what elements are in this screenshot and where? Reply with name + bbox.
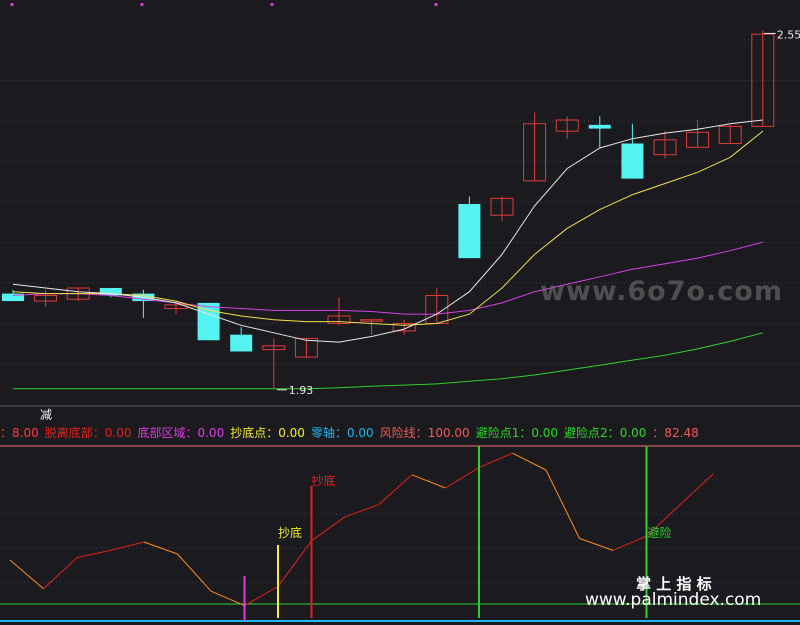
- oscillator-segment: [445, 467, 480, 489]
- indicator-param: ：82.48: [652, 426, 698, 440]
- indicator-param-value: 100.00: [427, 426, 470, 440]
- price-low-label: 1.93: [289, 384, 314, 397]
- candle-body-down: [458, 204, 481, 259]
- ma-line-green: [13, 332, 763, 390]
- indicator-param-value: 0.00: [197, 426, 225, 440]
- oscillator-segment: [277, 540, 312, 587]
- escape-signal-label: 避险: [648, 525, 672, 540]
- oscillator-segment: [545, 469, 580, 539]
- indicator-param: 风险线：100.00: [380, 426, 470, 440]
- indicator-param-label: 底部区域：: [137, 426, 198, 440]
- indicator-param-label: 脱离底部：: [44, 426, 105, 440]
- indicator-param-value: 0.00: [104, 426, 132, 440]
- oscillator-segment: [76, 549, 111, 559]
- indicator-param-value: 0.00: [531, 426, 559, 440]
- indicator-param: 抄底点：0.00: [230, 426, 305, 440]
- indicator-param: ：8.00: [0, 426, 39, 440]
- oscillator-segment: [177, 553, 212, 592]
- jian-label: 减: [40, 408, 53, 422]
- oscillator-segment: [210, 590, 245, 607]
- oscillator-segment: [9, 559, 44, 590]
- bottom-signal-label-2: 抄底: [312, 473, 336, 488]
- oscillator-segment: [110, 541, 145, 551]
- oscillator-segment: [579, 537, 614, 551]
- oscillator-segment: [679, 473, 714, 506]
- price-high-label: 2.55: [777, 28, 800, 41]
- indicator-param-value: 0.00: [619, 426, 647, 440]
- indicator-param-value: 8.00: [12, 426, 39, 440]
- candle-body-down: [230, 334, 253, 352]
- candlestick-chart: 2.551.93抄底抄底避险: [0, 3, 800, 622]
- top-marker: [10, 3, 14, 6]
- chart-stage: 2.55 1.93 抄底 抄底 避险 ：8.00 脱离底部：0.00 底部区域：0.00 抄底…: [0, 0, 800, 625]
- oscillator-segment: [43, 557, 78, 590]
- watermark-site-2: www.palmindex.com: [585, 590, 762, 610]
- indicator-param: 避险点2：0.00: [564, 426, 646, 440]
- oscillator-segment: [411, 474, 446, 489]
- oscillator-segment: [612, 535, 647, 551]
- watermark-site-1: www.6o7o.com: [540, 276, 783, 307]
- indicator-param: 避险点1：0.00: [476, 426, 558, 440]
- oscillator-segment: [512, 452, 547, 471]
- indicator-param-value: 82.48: [664, 426, 699, 440]
- indicator-param-label: ：: [0, 426, 13, 440]
- indicator-param: 底部区域：0.00: [137, 426, 224, 440]
- oscillator-segment: [344, 504, 379, 518]
- top-marker: [270, 3, 274, 6]
- bottom-signal-label: 抄底: [278, 525, 302, 540]
- indicator-param-value: 0.00: [278, 426, 305, 440]
- indicator-param-label: 零轴：: [310, 426, 347, 440]
- indicator-param-value: 0.00: [346, 426, 374, 440]
- ma-line-white: [12, 119, 763, 343]
- indicator-param: 零轴：0.00: [311, 426, 374, 440]
- oscillator-segment: [478, 452, 513, 469]
- indicator-param-label: 风险线：: [379, 426, 428, 440]
- top-marker: [434, 3, 438, 6]
- indicator-param-label: 避险点1：: [475, 426, 532, 440]
- oscillator-segment: [311, 516, 346, 542]
- top-marker: [140, 3, 144, 6]
- indicator-param: 脱离底部：0.00: [45, 426, 132, 440]
- oscillator-segment: [378, 474, 413, 506]
- indicator-parameter-bar: ：8.00 脱离底部：0.00 底部区域：0.00 抄底点：0.00 零轴：0.00 风险…: [0, 424, 800, 442]
- indicator-param-label: 抄底点：: [230, 426, 279, 440]
- oscillator-segment: [244, 585, 279, 607]
- indicator-param-label: 避险点2：: [564, 426, 620, 440]
- candle-body-down: [621, 143, 644, 179]
- candle-body-down: [588, 124, 611, 129]
- indicator-param-label: ：: [652, 426, 665, 440]
